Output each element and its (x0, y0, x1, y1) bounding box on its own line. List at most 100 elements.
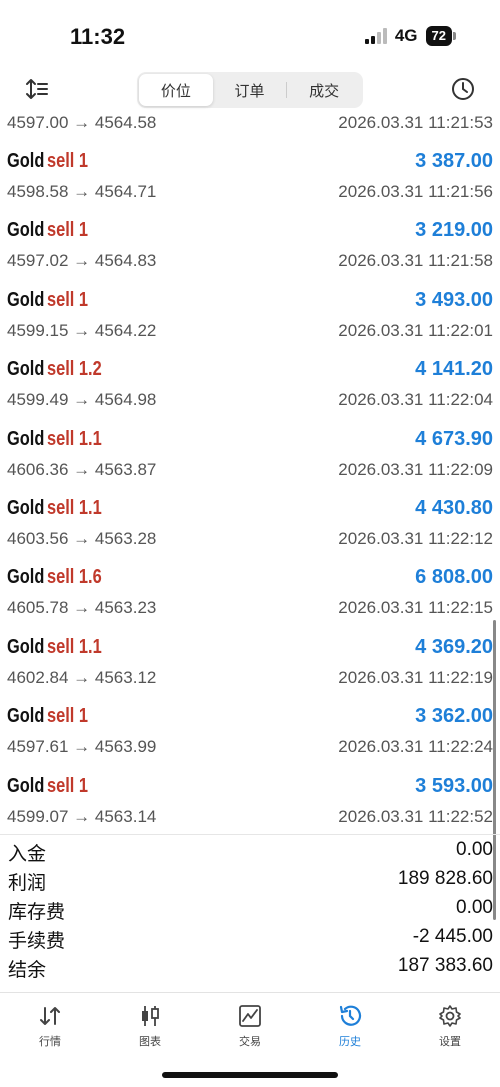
deal-details: 4603.56 → 4563.28 2026.03.31 11:22:12 (7, 529, 493, 551)
deal-type: sell 1 (46, 774, 88, 797)
deal-type: sell 1 (46, 705, 88, 728)
deal-row[interactable]: Gold sell 1.1 4 673.90 4606.36 → 4563.87 202… (0, 416, 500, 485)
deal-row[interactable]: Gold sell 1.1 4 369.20 4602.84 → 4563.12 202… (0, 624, 500, 693)
deal-type: sell 1 (46, 219, 88, 242)
deal-prices: 4606.36 → 4563.87 (7, 459, 157, 479)
deal-prices: 4599.15 → 4564.22 (7, 320, 157, 340)
deal-symbol: Gold (7, 150, 45, 172)
deal-prices: 4597.61 → 4563.99 (7, 737, 157, 757)
summary-commission: 手续费 -2 445.00 (0, 922, 500, 952)
deal-time: 2026.03.31 11:21:53 (338, 113, 493, 132)
deal-details: 4606.36 → 4563.87 2026.03.31 11:22:09 (7, 460, 493, 482)
deal-row[interactable]: Gold sell 1 3 219.00 4597.02 → 4564.83 2026.… (0, 207, 500, 276)
summary-value: 0.00 (456, 897, 493, 918)
tab-label: 交易 (239, 1036, 261, 1048)
summary-balance: 结余 187 383.60 (0, 951, 500, 981)
tab-charts[interactable]: 图表 (100, 993, 200, 1053)
history-clock-icon (339, 1005, 362, 1026)
deal-row[interactable]: Gold sell 1 3 362.00 4597.61 → 4563.99 2026.… (0, 693, 500, 762)
deal-details: 4599.49 → 4564.98 2026.03.31 11:22:04 (7, 390, 493, 412)
deal-time: 2026.03.31 11:22:52 (338, 806, 493, 826)
deal-time: 2026.03.31 11:22:09 (338, 459, 493, 479)
quotes-arrows-icon (40, 1007, 60, 1025)
deal-row[interactable]: Gold sell 1 3 493.00 4599.15 → 4564.22 2026.… (0, 277, 500, 346)
deal-prices: 4603.56 → 4563.28 (7, 529, 157, 548)
tab-quotes[interactable]: 行情 (0, 993, 100, 1053)
summary-profit: 利润 189 828.60 (0, 864, 500, 894)
deal-details: 4599.07 → 4563.14 2026.03.31 11:22:52 (7, 807, 493, 829)
summary-label: 库存费 (8, 902, 66, 923)
deal-time: 2026.03.31 11:22:19 (338, 667, 493, 687)
deal-type: sell 1 (46, 150, 88, 172)
candlestick-chart-icon (142, 1006, 159, 1026)
deal-symbol: Gold (7, 774, 45, 797)
deals-list[interactable]: 4597.00 → 4564.58 2026.03.31 11:21:53 Go… (0, 110, 500, 832)
deal-row[interactable]: Gold sell 1 3 593.00 4599.07 → 4563.14 2026.… (0, 763, 500, 832)
tab-label: 行情 (39, 1036, 61, 1048)
tab-deals[interactable]: 成交 (287, 74, 361, 106)
tab-label: 设置 (439, 1036, 461, 1048)
deal-profit: 3 493.00 (415, 288, 493, 311)
deal-header: Gold sell 1.1 4 369.20 (7, 636, 493, 664)
tab-history[interactable]: 历史 (300, 993, 400, 1053)
deal-profit: 3 387.00 (415, 150, 493, 172)
sort-icon[interactable] (24, 76, 50, 102)
tab-trade[interactable]: 交易 (200, 993, 300, 1053)
deal-time: 2026.03.31 11:21:56 (338, 182, 493, 201)
status-indicators: 4G 72 (364, 26, 456, 46)
deal-details: 4602.84 → 4563.12 2026.03.31 11:22:19 (7, 668, 493, 690)
deal-header: Gold sell 1 3 593.00 (7, 775, 493, 803)
settings-gear-icon (439, 1005, 461, 1027)
deal-header: Gold sell 1.1 4 430.80 (7, 497, 493, 525)
deal-row[interactable]: Gold sell 1.2 4 141.20 4599.49 → 4564.98 202… (0, 346, 500, 415)
list-item[interactable]: 4597.00 → 4564.58 2026.03.31 11:21:53 (0, 110, 500, 138)
deal-symbol: Gold (7, 288, 45, 311)
deal-type: sell 1.6 (46, 566, 102, 589)
tab-positions[interactable]: 价位 (139, 74, 213, 106)
deal-row[interactable]: Gold sell 1 3 387.00 4598.58 → 4564.71 2026.… (0, 138, 500, 207)
deal-prices: 4599.49 → 4564.98 (7, 390, 157, 410)
tab-settings[interactable]: 设置 (400, 993, 500, 1053)
deal-type: sell 1 (46, 288, 88, 311)
deal-header: Gold sell 1 3 387.00 (7, 150, 493, 178)
deal-row[interactable]: Gold sell 1.6 6 808.00 4605.78 → 4563.23 202… (0, 554, 500, 623)
deal-profit: 3 219.00 (415, 219, 493, 242)
history-segment-control: 价位 订单 成交 (137, 72, 363, 108)
tab-label: 图表 (139, 1036, 161, 1048)
deal-prices: 4605.78 → 4563.23 (7, 598, 157, 618)
summary-swap: 库存费 0.00 (0, 893, 500, 923)
deal-profit: 6 808.00 (415, 566, 493, 589)
deal-time: 2026.03.31 11:22:12 (338, 529, 493, 548)
network-type: 4G (394, 26, 418, 45)
tab-orders[interactable]: 订单 (213, 74, 287, 106)
deal-symbol: Gold (7, 566, 45, 589)
deal-header: Gold sell 1.1 4 673.90 (7, 428, 493, 456)
tab-label: 历史 (339, 1036, 361, 1048)
deal-type: sell 1.1 (46, 427, 102, 450)
status-bar: 11:32 4G 72 (0, 0, 500, 70)
summary: 入金 0.00 利润 189 828.60 库存费 0.00 手续费 -2 44… (0, 834, 500, 981)
deal-symbol: Gold (7, 497, 45, 519)
deal-time: 2026.03.31 11:22:24 (338, 737, 493, 757)
deal-details: 4597.02 → 4564.83 2026.03.31 11:21:58 (7, 251, 493, 273)
deal-header: Gold sell 1.2 4 141.20 (7, 358, 493, 386)
summary-label: 利润 (8, 873, 47, 894)
deal-details: 4598.58 → 4564.71 2026.03.31 11:21:56 (7, 182, 493, 204)
clock-icon[interactable] (450, 76, 476, 102)
summary-value: 189 828.60 (397, 868, 493, 889)
deal-details: 4597.61 → 4563.99 2026.03.31 11:22:24 (7, 737, 493, 759)
signal-icon (364, 28, 387, 44)
deal-profit: 3 362.00 (415, 705, 493, 728)
deal-row[interactable]: Gold sell 1.1 4 430.80 4603.56 → 4563.28 202… (0, 485, 500, 554)
deal-time: 2026.03.31 11:21:58 (338, 251, 493, 271)
deal-profit: 4 369.20 (415, 635, 493, 658)
home-indicator (162, 1072, 338, 1078)
deal-profit: 4 430.80 (415, 497, 493, 519)
deal-type: sell 1.1 (46, 497, 102, 519)
deal-prices: 4597.00 → 4564.58 (7, 113, 157, 132)
deal-prices: 4597.02 → 4564.83 (7, 251, 157, 271)
status-time: 11:32 (70, 24, 126, 49)
deal-symbol: Gold (7, 358, 45, 381)
summary-label: 结余 (8, 960, 47, 981)
deal-symbol: Gold (7, 427, 45, 450)
